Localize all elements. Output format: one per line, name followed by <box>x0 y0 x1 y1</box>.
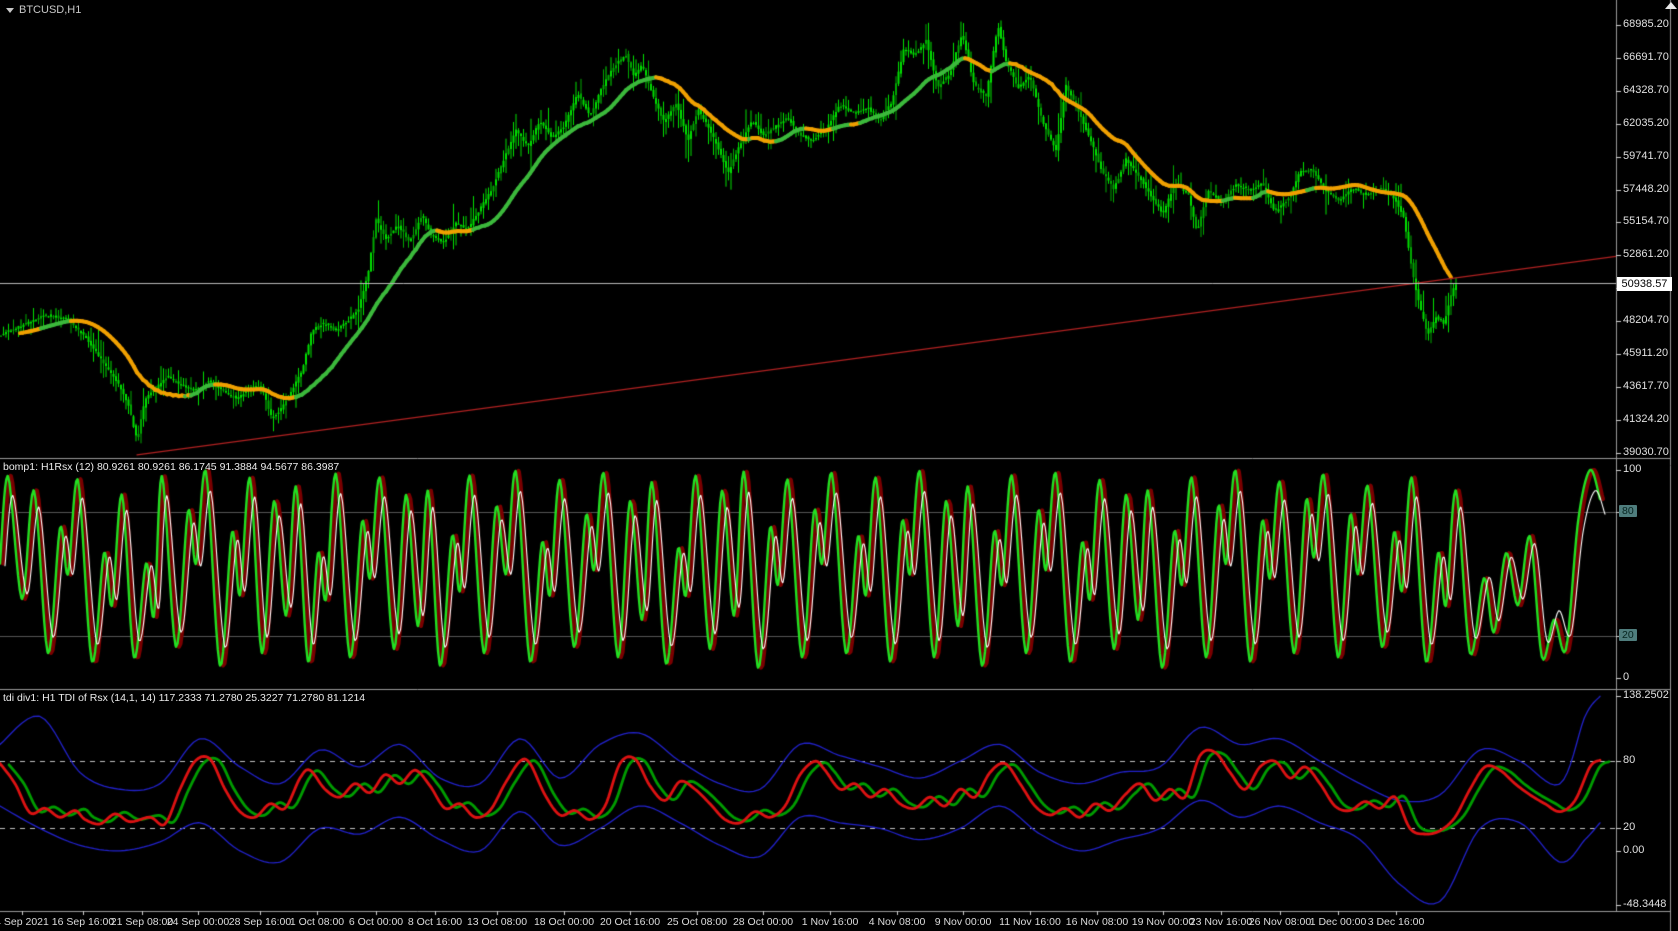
price-axis-label: 48204.70 <box>1623 314 1669 326</box>
level-badge: 80 <box>1619 505 1637 517</box>
price-axis-label: 43617.70 <box>1623 380 1669 392</box>
current-price-box: 50938.57 <box>1617 277 1672 291</box>
indicator-axis-label: 138.2502 <box>1623 689 1669 701</box>
price-axis-label: 55154.70 <box>1623 215 1669 227</box>
indicator-axis-label: 100 <box>1623 463 1642 475</box>
price-axis-label: 39030.70 <box>1623 446 1669 458</box>
symbol-label-text: BTCUSD,H1 <box>19 4 82 16</box>
price-axis-label: 66691.70 <box>1623 51 1669 63</box>
indicator-axis-label: 0 <box>1623 671 1630 683</box>
scroll-up-arrow-icon[interactable] <box>1665 2 1677 9</box>
indicator-axis-label: 20 <box>1623 821 1636 833</box>
indicator1-label: bomp1: H1Rsx (12) 80.9261 80.9261 86.174… <box>3 461 340 473</box>
time-axis-label: 3 Dec 16:00 <box>1367 916 1425 928</box>
indicator-axis-label: 0.00 <box>1623 844 1645 856</box>
symbol-label: BTCUSD,H1 <box>6 4 81 17</box>
price-axis-label: 57448.20 <box>1623 183 1669 195</box>
price-axis-label: 52861.20 <box>1623 248 1669 260</box>
mt4-chart-window: BTCUSD,H1 bomp1: H1Rsx (12) 80.9261 80.9… <box>0 0 1678 931</box>
price-axis-label: 45911.20 <box>1623 347 1669 359</box>
price-axis-label: 68985.20 <box>1623 18 1669 30</box>
price-axis-label: 62035.20 <box>1623 117 1669 129</box>
indicator-axis-label: -48.3448 <box>1623 898 1667 910</box>
indicator-axis-label: 80 <box>1623 754 1636 766</box>
chevron-down-icon <box>6 7 14 13</box>
price-axis-label: 59741.70 <box>1623 150 1669 162</box>
price-axis-label: 41324.20 <box>1623 413 1669 425</box>
indicator2-label: tdi div1: H1 TDI of Rsx (14,1, 14) 117.2… <box>3 692 366 704</box>
level-badge: 20 <box>1619 629 1637 641</box>
price-axis-label: 64328.70 <box>1623 84 1669 96</box>
